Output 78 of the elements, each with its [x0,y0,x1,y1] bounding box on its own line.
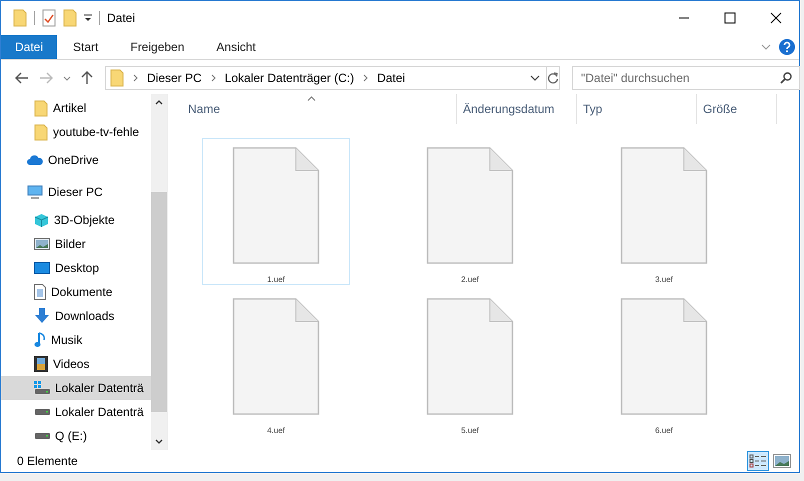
desktop-icon [34,262,50,274]
sidebar-item[interactable]: OneDrive [1,144,151,176]
item-count: 0 Elemente [17,454,78,468]
sidebar-item[interactable]: Videos [1,352,151,376]
dropdown-icon[interactable] [84,14,92,22]
sidebar-item[interactable]: Desktop [1,256,151,280]
refresh-icon [547,72,559,84]
ribbon-tab[interactable]: Freigeben [114,35,200,59]
help-icon[interactable] [779,39,795,55]
blank-file-icon [230,298,322,415]
folder-icon [34,100,48,116]
sidebar-item[interactable]: Q (E:) [1,424,151,448]
document-icon [34,284,46,300]
sidebar-item[interactable]: Downloads [1,304,151,328]
download-arrow-icon [34,308,50,324]
chevron-down-icon[interactable] [530,75,540,81]
file-item[interactable]: 3.uef [590,138,738,285]
column-header[interactable]: Typ [577,94,697,124]
chevron-right-icon [133,74,138,82]
details-view-button[interactable] [747,451,769,471]
large-icons-view-button[interactable] [771,451,793,471]
drive-icon [34,433,50,439]
chevron-right-icon [363,74,368,82]
sidebar-item[interactable]: Lokaler Datenträ [1,400,151,424]
drive-icon [34,409,50,415]
blank-file-icon [618,147,710,264]
large-icons-view-icon [773,454,791,468]
sidebar-item[interactable]: youtube-tv-fehle [1,120,151,144]
blank-file-icon [230,147,322,264]
sidebar-item[interactable]: Artikel [1,96,151,120]
close-icon [770,12,782,24]
monitor-icon [27,185,43,199]
maximize-icon [724,12,736,24]
ribbon-tab[interactable]: Datei [1,35,58,59]
search-icon [780,72,792,84]
window-title: Datei [107,11,136,25]
cube-icon [34,212,49,228]
sidebar-item[interactable]: Musik [1,328,151,352]
refresh-button[interactable] [547,66,560,90]
sidebar-item[interactable]: 3D-Objekte [1,208,151,232]
column-header[interactable]: Größe [697,94,777,124]
blank-file-icon [618,298,710,415]
ribbon-tab[interactable]: Start [57,35,114,59]
ribbon-tab[interactable]: Ansicht [200,35,272,59]
folder-icon [34,124,48,140]
blank-file-icon [424,147,516,264]
file-item[interactable]: 1.uef [202,138,350,285]
breadcrumb-item[interactable]: Dieser PC [147,71,202,85]
film-strip-icon [34,356,48,372]
breadcrumb-item[interactable]: Lokaler Datenträger (C:) [224,71,354,85]
up-arrow-icon[interactable] [81,71,93,85]
column-header[interactable]: Name [168,94,457,124]
sidebar-item[interactable]: Lokaler Datenträ [1,376,151,400]
sidebar-item[interactable]: Dieser PC [1,176,151,208]
address-bar[interactable]: Dieser PC Lokaler Datenträger (C:) Datei [105,66,547,90]
scrollbar-thumb[interactable] [151,192,167,412]
details-view-icon [749,454,767,468]
search-field[interactable]: "Datei" durchsuchen [572,66,800,90]
file-item[interactable]: 5.uef [396,289,544,436]
sidebar-item[interactable]: Dokumente [1,280,151,304]
blank-file-icon [424,298,516,415]
breadcrumb-item[interactable]: Datei [377,71,406,85]
sidebar-item[interactable]: Bilder [1,232,151,256]
back-arrow-icon[interactable] [15,72,29,84]
scroll-down-icon[interactable] [155,439,163,444]
chevron-right-icon [210,74,216,82]
file-item[interactable]: 4.uef [202,289,350,436]
music-note-icon [34,332,46,348]
system-drive-icon [34,381,50,395]
column-header[interactable]: Änderungsdatum [457,94,577,124]
scroll-up-icon[interactable] [155,100,163,105]
sort-caret-icon [307,96,316,101]
checklist-icon[interactable] [42,9,56,27]
folder-icon [110,69,124,87]
picture-icon [34,238,50,250]
file-item[interactable]: 2.uef [396,138,544,285]
file-item[interactable]: 6.uef [590,289,738,436]
cloud-icon [27,155,43,165]
